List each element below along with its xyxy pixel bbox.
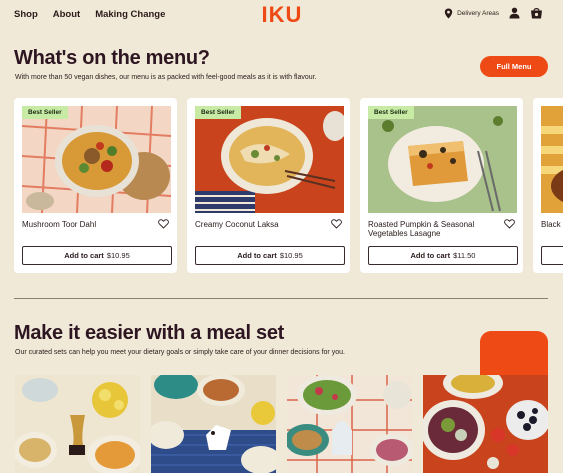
menu-section-title: What's on the menu? — [14, 47, 210, 69]
product-image-laksa[interactable]: Best Seller — [195, 106, 344, 213]
meal-set-image[interactable] — [151, 375, 276, 473]
best-seller-badge: Best Seller — [368, 106, 414, 119]
menu-carousel[interactable]: Best Seller Mushroom Toor Dahl Add to ca… — [14, 98, 563, 273]
menu-section-subtitle: With more than 50 vegan dishes, our menu… — [15, 74, 317, 81]
section-divider — [14, 298, 548, 299]
meal-sets-title: Make it easier with a meal set — [14, 322, 285, 344]
product-name[interactable]: Creamy Coconut Laksa — [195, 220, 325, 229]
add-to-cart-label: Add to cart — [64, 251, 104, 260]
heart-icon[interactable] — [331, 219, 342, 229]
product-price: $11.50 — [453, 251, 476, 260]
add-to-cart-label: Add to cart — [237, 251, 277, 260]
product-price: $10.95 — [106, 251, 130, 260]
product-card[interactable]: Best Seller Creamy Coconut Laksa Add to … — [187, 98, 350, 273]
meal-sets-subtitle: Our curated sets can help you meet your … — [15, 349, 345, 356]
product-name[interactable]: Roasted Pumpkin & Seasonal Vegetables La… — [368, 220, 498, 238]
nav-shop[interactable]: Shop — [14, 9, 38, 20]
site-header: Shop About Making Change IKU Delivery Ar… — [0, 0, 563, 30]
user-icon[interactable] — [509, 7, 520, 19]
heart-icon[interactable] — [504, 219, 515, 229]
meal-set-image[interactable] — [423, 375, 548, 473]
add-to-cart-label: Add to cart — [410, 251, 451, 260]
add-to-cart-button[interactable]: Add to cart $11.50 — [368, 246, 518, 265]
header-tools: Delivery Areas — [444, 7, 543, 19]
product-image-curry[interactable] — [541, 106, 563, 213]
heart-icon[interactable] — [158, 219, 169, 229]
iku-logo[interactable]: IKU — [257, 3, 307, 25]
nav-making-change[interactable]: Making Change — [95, 9, 165, 20]
svg-text:IKU: IKU — [262, 3, 303, 25]
add-to-cart-button[interactable]: Add to cart $10.95 — [195, 246, 345, 265]
full-menu-button[interactable]: Full Menu — [480, 56, 548, 77]
add-to-cart-button[interactable]: Add to cart $10.95 — [22, 246, 172, 265]
best-seller-badge: Best Seller — [195, 106, 241, 119]
delivery-areas-link[interactable]: Delivery Areas — [444, 8, 499, 19]
product-card[interactable]: Best Seller Mushroom Toor Dahl Add to ca… — [14, 98, 177, 273]
location-pin-icon — [444, 8, 453, 18]
delivery-areas-label: Delivery Areas — [457, 9, 499, 17]
product-card[interactable]: Best Seller Roasted Pumpkin & Seasonal V… — [360, 98, 523, 273]
main-nav: Shop About Making Change — [14, 9, 165, 20]
product-price: $10.95 — [279, 251, 303, 260]
best-seller-badge: Best Seller — [22, 106, 68, 119]
product-image-dahl[interactable]: Best Seller — [22, 106, 171, 213]
product-name[interactable]: Mushroom Toor Dahl — [22, 220, 152, 229]
meal-set-image[interactable] — [15, 375, 140, 473]
bag-icon[interactable] — [530, 7, 543, 19]
product-card[interactable]: Black Curry — [533, 98, 563, 273]
meal-sets-carousel[interactable] — [15, 375, 563, 473]
meal-set-image[interactable] — [287, 375, 412, 473]
product-image-lasagne[interactable]: Best Seller — [368, 106, 517, 213]
product-name[interactable]: Black Curry — [541, 220, 563, 229]
add-to-cart-button[interactable] — [541, 246, 563, 265]
nav-about[interactable]: About — [53, 9, 80, 20]
